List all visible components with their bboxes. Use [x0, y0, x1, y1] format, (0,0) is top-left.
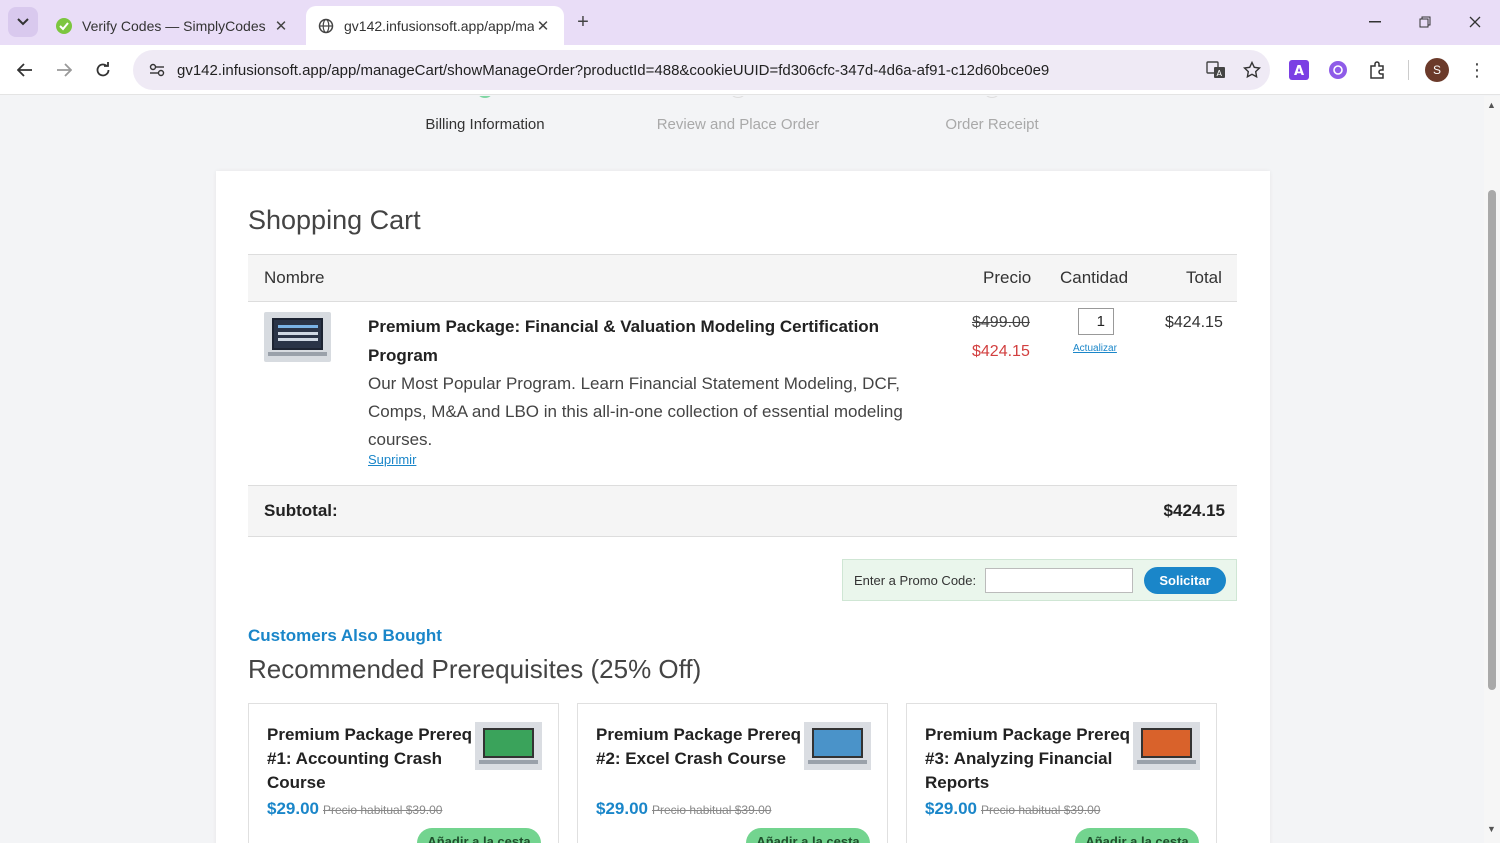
step-indicator [983, 96, 1001, 98]
address-bar[interactable]: gv142.infusionsoft.app/app/manageCart/sh… [133, 50, 1270, 90]
tab-simplycodes[interactable]: Verify Codes — SimplyCodes ✕ [44, 6, 302, 45]
apply-promo-button[interactable]: Solicitar [1144, 567, 1226, 594]
recommendation-thumbnail [804, 722, 871, 770]
update-quantity-link[interactable]: Actualizar [1073, 343, 1117, 354]
recommended-prerequisites-title: Recommended Prerequisites (25% Off) [248, 654, 702, 684]
globe-icon [318, 18, 334, 34]
subtotal-label: Subtotal: [264, 501, 338, 520]
customers-also-bought-heading: Customers Also Bought [248, 626, 442, 645]
recommendation-regular-price: Precio habitual $39.00 [652, 803, 772, 817]
extension-simplycodes-icon[interactable] [1326, 58, 1350, 82]
svg-text:A: A [1294, 64, 1304, 79]
restore-icon[interactable] [1410, 8, 1440, 36]
promo-code-input[interactable] [985, 568, 1133, 593]
quantity-input[interactable]: 1 [1078, 308, 1114, 335]
column-header-total: Total [1186, 268, 1222, 287]
recommendation-thumbnail [475, 722, 542, 770]
cart-card: Shopping Cart Nombre Precio Cantidad Tot… [216, 171, 1270, 843]
translate-icon[interactable]: A [1198, 55, 1234, 85]
promo-code-label: Enter a Promo Code: [854, 573, 977, 588]
step-review-place-order: Review and Place Order [656, 116, 820, 133]
tab-title: Verify Codes — SimplyCodes [82, 17, 266, 34]
page-content: Billing Information Review and Place Ord… [0, 96, 1484, 843]
step-billing-information: Billing Information [425, 116, 545, 133]
tab-infusionsoft[interactable]: gv142.infusionsoft.app/app/ma ✕ [306, 6, 564, 45]
recommendation-name: Premium Package Prereq #2: Excel Crash C… [596, 725, 802, 768]
recommendation-price: $29.00 Precio habitual $39.00 [267, 799, 443, 818]
new-tab-button[interactable]: + [570, 8, 596, 36]
extension-a-icon[interactable]: A [1287, 58, 1311, 82]
page-title: Shopping Cart [248, 205, 421, 235]
recommendation-price: $29.00 Precio habitual $39.00 [596, 799, 772, 818]
subtotal-row: Subtotal: $424.15 [248, 485, 1237, 537]
add-to-cart-button[interactable]: Añadir a la cesta [1075, 828, 1199, 843]
recommendation-card: Premium Package Prereq #2: Excel Crash C… [577, 703, 888, 843]
tab-strip: Verify Codes — SimplyCodes ✕ gv142.infus… [0, 0, 1500, 45]
promo-code-box: Enter a Promo Code: Solicitar [842, 559, 1237, 601]
price-original: $499.00 [972, 314, 1030, 331]
bookmark-star-icon[interactable] [1234, 55, 1270, 85]
recommendation-thumbnail [1133, 722, 1200, 770]
price-sale: $424.15 [972, 343, 1030, 360]
menu-kebab-icon[interactable]: ⋮ [1465, 57, 1489, 83]
step-indicator-done [476, 96, 494, 98]
column-header-quantity: Cantidad [1060, 268, 1129, 287]
remove-item-link[interactable]: Suprimir [368, 452, 416, 467]
column-header-price: Precio [983, 268, 1032, 287]
recommendation-card: Premium Package Prereq #3: Analyzing Fin… [906, 703, 1217, 843]
scrollbar-thumb[interactable] [1488, 190, 1496, 690]
minimize-icon[interactable] [1360, 8, 1390, 36]
cart-table-header: Nombre Precio Cantidad Total [248, 254, 1237, 302]
column-header-name: Nombre [264, 268, 325, 287]
recommendation-regular-price: Precio habitual $39.00 [323, 803, 443, 817]
profile-avatar[interactable]: S [1425, 58, 1449, 82]
toolbar: gv142.infusionsoft.app/app/manageCart/sh… [0, 45, 1500, 95]
product-thumbnail [264, 312, 331, 362]
site-info-icon[interactable] [137, 63, 177, 77]
vertical-scrollbar[interactable]: ▲ ▼ [1484, 96, 1500, 843]
recommendation-name: Premium Package Prereq #1: Accounting Cr… [267, 725, 473, 792]
step-indicator [729, 96, 747, 98]
add-to-cart-button[interactable]: Añadir a la cesta [417, 828, 541, 843]
close-window-icon[interactable] [1460, 8, 1490, 36]
svg-text:A: A [1217, 69, 1223, 78]
chevron-down-icon [17, 13, 29, 31]
back-arrow-icon[interactable] [11, 56, 39, 84]
recommendation-name: Premium Package Prereq #3: Analyzing Fin… [925, 725, 1131, 792]
product-name: Premium Package: Financial & Valuation M… [368, 317, 880, 365]
scroll-up-icon[interactable]: ▲ [1487, 100, 1496, 110]
url-text: gv142.infusionsoft.app/app/manageCart/sh… [177, 61, 1050, 79]
simplycodes-favicon-icon [56, 17, 72, 34]
tab-title: gv142.infusionsoft.app/app/ma [344, 17, 534, 34]
forward-arrow-icon[interactable] [50, 56, 78, 84]
close-icon[interactable]: ✕ [272, 17, 290, 35]
extensions-puzzle-icon[interactable] [1366, 58, 1390, 82]
add-to-cart-button[interactable]: Añadir a la cesta [746, 828, 870, 843]
close-icon[interactable]: ✕ [534, 17, 552, 35]
line-total: $424.15 [1165, 314, 1223, 331]
toolbar-separator [1408, 60, 1409, 80]
reload-icon[interactable] [89, 56, 117, 84]
recommendation-card: Premium Package Prereq #1: Accounting Cr… [248, 703, 559, 843]
tab-search-button[interactable] [8, 7, 38, 37]
recommendation-price: $29.00 Precio habitual $39.00 [925, 799, 1101, 818]
step-order-receipt: Order Receipt [945, 116, 1039, 133]
product-description: Our Most Popular Program. Learn Financia… [368, 374, 903, 449]
recommendation-regular-price: Precio habitual $39.00 [981, 803, 1101, 817]
scroll-down-icon[interactable]: ▼ [1487, 824, 1496, 834]
subtotal-value: $424.15 [1163, 501, 1225, 520]
